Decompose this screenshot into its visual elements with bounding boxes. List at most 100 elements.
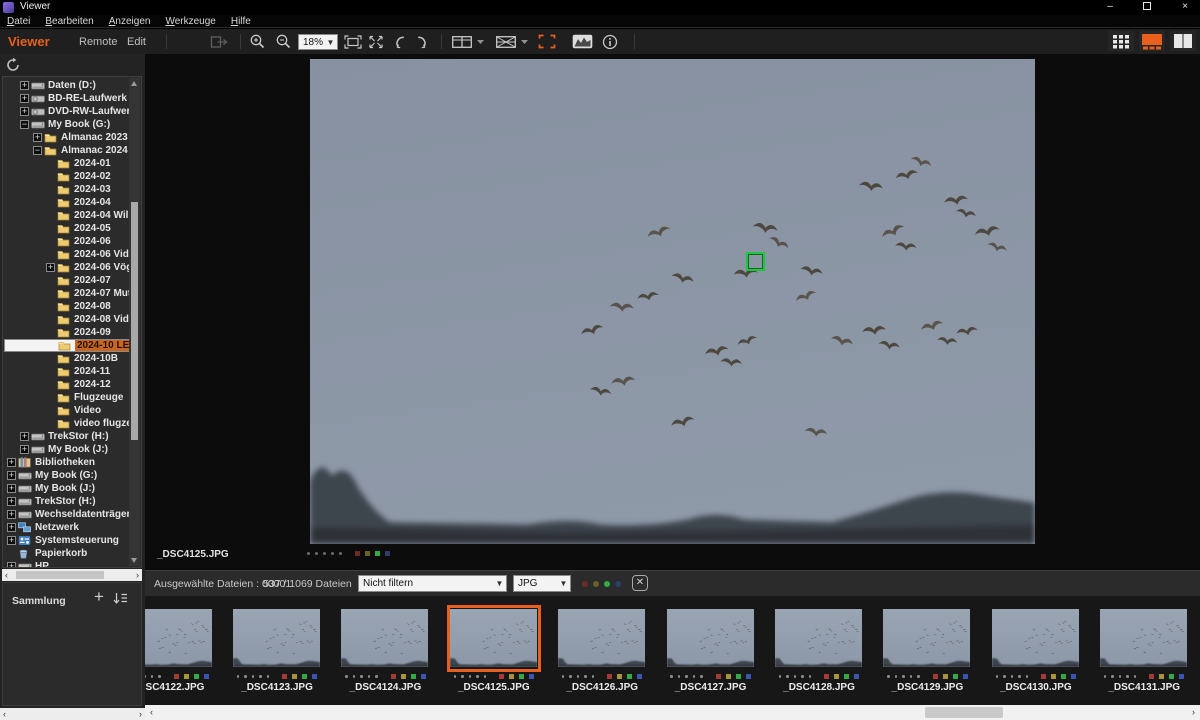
zoom-level-select[interactable]: 18% ▼ [298,34,338,50]
rating-and-labels[interactable] [345,674,426,679]
label-color-square[interactable] [1169,674,1174,679]
label-color-square[interactable] [844,674,849,679]
filmstrip-thumbnail[interactable]: _DSC4127.JPG [657,596,765,705]
label-color-square[interactable] [1159,674,1164,679]
tree-item-2024-02[interactable]: +2024-02 [4,170,129,183]
menu-datei[interactable]: Datei [7,16,30,27]
thumbnail-image[interactable] [667,609,754,667]
rating-and-labels[interactable] [779,674,860,679]
tree-item-video[interactable]: +Video [4,404,129,417]
label-color-square[interactable] [204,674,209,679]
expand-icon[interactable]: + [20,432,29,441]
rating-dot[interactable] [145,675,146,678]
tree-item-my-book-g-[interactable]: −My Book (G:) [4,118,129,131]
label-filter-dot[interactable] [615,581,621,587]
tree-item-my-book-j-[interactable]: +My Book (J:) [4,443,129,456]
rating-dot[interactable] [244,675,247,678]
tree-item-dvd-rw-laufwerk-f-[interactable]: +DVD-RW-Laufwerk (F:) [4,105,129,118]
filmstrip-thumbnail[interactable]: _DSC4123.JPG [223,596,331,705]
label-color-square[interactable] [933,674,938,679]
expand-icon[interactable]: + [7,536,16,545]
rating-dot[interactable] [1126,675,1129,678]
rating-dot[interactable] [779,675,782,678]
tree-item-2024-10b[interactable]: +2024-10B [4,352,129,365]
thumbnail-image[interactable] [450,609,537,667]
label-color-square[interactable] [421,674,426,679]
rating-dot[interactable] [1111,675,1114,678]
label-color-square[interactable] [302,674,307,679]
label-color-square[interactable] [627,674,632,679]
rating-dot[interactable] [562,675,565,678]
format-select[interactable]: JPG ▼ [513,575,571,592]
thumbnail-image[interactable] [145,609,212,667]
rating-dot[interactable] [678,675,681,678]
label-color-square[interactable] [401,674,406,679]
compare-view-icon[interactable] [452,29,472,54]
split-view-button[interactable] [1170,31,1196,51]
filmstrip-thumbnail[interactable]: _DSC4130.JPG [982,596,1090,705]
label-color-square[interactable] [194,674,199,679]
tab-viewer[interactable]: Viewer [8,29,50,54]
tree-item-2024-08[interactable]: +2024-08 [4,300,129,313]
rating-dot[interactable] [469,675,472,678]
minimize-button[interactable]: – [1095,0,1125,15]
tree-item-2024-01[interactable]: +2024-01 [4,157,129,170]
scroll-down-icon[interactable] [131,558,137,563]
filmstrip-thumbnail[interactable]: _DSC4131.JPG [1090,596,1198,705]
rating-dot[interactable] [323,552,326,555]
scroll-right-icon[interactable]: › [1192,705,1195,720]
expand-icon[interactable]: + [20,94,29,103]
rating-dot[interactable] [375,675,378,678]
collapse-icon[interactable]: − [20,120,29,129]
rotate-left-icon[interactable] [393,29,406,54]
rating-and-labels[interactable] [996,674,1077,679]
tree-item-2024-06-vögel[interactable]: +2024-06 Vögel [4,261,129,274]
restore-button[interactable] [1132,0,1162,15]
rating-dot[interactable] [1011,675,1014,678]
rating-dot[interactable] [917,675,920,678]
rating-dot[interactable] [685,675,688,678]
rating-dot[interactable] [1134,675,1137,678]
rating-dot[interactable] [592,675,595,678]
scroll-right-icon[interactable]: › [139,708,142,720]
rating-dot[interactable] [1119,675,1122,678]
focus-point-icon[interactable] [538,29,556,54]
rating-dot[interactable] [693,675,696,678]
rating-dot[interactable] [910,675,913,678]
label-color-square[interactable] [824,674,829,679]
thumbnail-image[interactable] [775,609,862,667]
tree-item-2024-10-lew[interactable]: +2024-10 LEW [4,339,129,352]
expand-icon[interactable]: + [7,523,16,532]
tree-item-2024-03[interactable]: +2024-03 [4,183,129,196]
filmstrip-thumbnail[interactable]: _DSC4129.JPG [873,596,981,705]
expand-icon[interactable]: + [20,107,29,116]
filmstrip-thumbnail[interactable]: _DSC4122.JPG [145,596,223,705]
rating-dot[interactable] [454,675,457,678]
rotate-right-icon[interactable] [416,29,429,54]
collection-horizontal-scrollbar[interactable]: ‹ › [0,708,145,720]
label-filter-dot[interactable] [604,581,610,587]
rating-dot[interactable] [151,675,154,678]
zoom-in-icon[interactable] [249,29,266,54]
rating-dot[interactable] [809,675,812,678]
scroll-left-icon[interactable]: ‹ [3,708,6,720]
scroll-left-icon[interactable]: ‹ [5,569,8,581]
rating-dot[interactable] [569,675,572,678]
filmstrip-view-button[interactable] [1139,31,1165,51]
tree-item-netzwerk[interactable]: +Netzwerk [4,521,129,534]
tree-item-2024-11[interactable]: +2024-11 [4,365,129,378]
tree-item-my-book-g-[interactable]: +My Book (G:) [4,469,129,482]
label-color-square[interactable] [184,674,189,679]
tree-item-2024-06[interactable]: +2024-06 [4,235,129,248]
tree-item-2024-09[interactable]: +2024-09 [4,326,129,339]
label-color-square[interactable] [854,674,859,679]
full-size-icon[interactable] [368,29,384,54]
expand-icon[interactable]: + [20,81,29,90]
info-icon[interactable] [602,29,618,54]
expand-icon[interactable]: + [20,445,29,454]
rating-and-labels[interactable] [307,551,390,556]
rating-dot[interactable] [895,675,898,678]
label-color-square[interactable] [519,674,524,679]
thumbnail-image[interactable] [1100,609,1187,667]
rating-and-labels[interactable] [1104,674,1185,679]
